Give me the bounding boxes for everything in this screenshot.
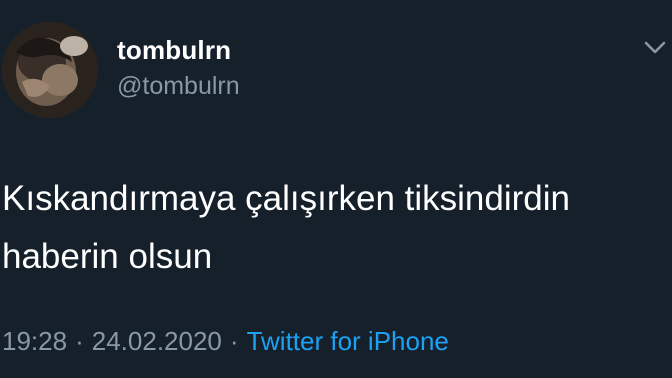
avatar-image <box>2 22 98 118</box>
user-handle[interactable]: @tombulrn <box>117 72 240 101</box>
avatar[interactable] <box>2 22 98 118</box>
meta-separator: · <box>229 326 239 356</box>
tweet-source-link[interactable]: Twitter for iPhone <box>247 326 449 356</box>
chevron-down-icon[interactable] <box>642 34 668 60</box>
tweet-card: tombulrn @tombulrn Kıskandırmaya çalışır… <box>0 0 672 378</box>
tweet-meta: 19:28 · 24.02.2020 · Twitter for iPhone <box>2 326 449 357</box>
tweet-date[interactable]: 24.02.2020 <box>92 326 222 356</box>
display-name[interactable]: tombulrn <box>117 35 231 66</box>
tweet-text-line-2: haberin olsun <box>2 237 213 276</box>
tweet-time[interactable]: 19:28 <box>2 326 67 356</box>
tweet-text: Kıskandırmaya çalışırken tiksindirdin ha… <box>2 170 662 286</box>
tweet-text-line-1: Kıskandırmaya çalışırken tiksindirdin <box>2 179 570 218</box>
meta-separator: · <box>75 326 84 356</box>
